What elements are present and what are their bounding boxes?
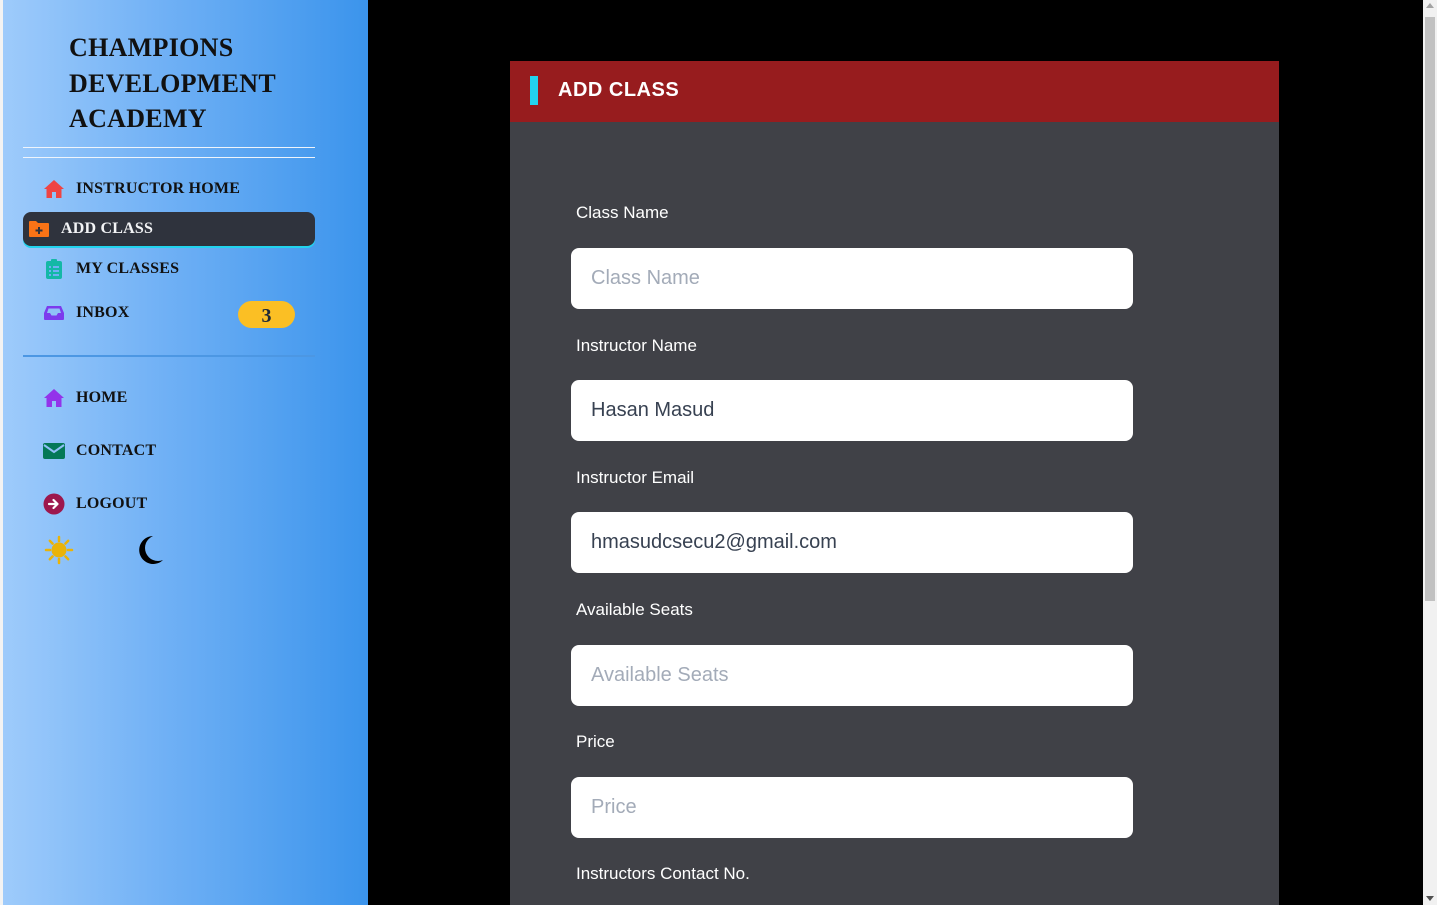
instructor-name-label: Instructor Name <box>576 336 697 355</box>
nav-label: HOME <box>76 389 128 406</box>
nav-home[interactable]: HOME <box>23 380 315 416</box>
available-seats-input[interactable] <box>571 645 1133 706</box>
nav-label: INBOX <box>76 304 130 321</box>
home-icon <box>43 178 65 200</box>
sun-icon <box>44 535 74 570</box>
light-theme-toggle[interactable] <box>43 535 75 570</box>
form-header: ADD CLASS <box>510 61 1279 122</box>
divider <box>23 147 315 148</box>
envelope-icon <box>43 440 65 462</box>
add-class-form: ADD CLASS Class Name Instructor Name Ins… <box>510 61 1279 905</box>
nav-label: LOGOUT <box>76 495 148 512</box>
form-title: ADD CLASS <box>558 79 680 101</box>
moon-icon <box>135 534 165 571</box>
folder-plus-icon <box>28 218 50 240</box>
nav-label: CONTACT <box>76 442 157 459</box>
divider <box>23 157 315 158</box>
contact-no-label: Instructors Contact No. <box>576 864 750 883</box>
arrow-right-circle-icon <box>43 493 65 515</box>
divider <box>23 355 315 357</box>
nav-instructor-home[interactable]: INSTRUCTOR HOME <box>23 171 315 207</box>
price-input[interactable] <box>571 777 1133 838</box>
brand-title: CHAMPIONS DEVELOPMENT ACADEMY <box>69 30 276 137</box>
price-label: Price <box>576 732 615 751</box>
nav-my-classes[interactable]: MY CLASSES <box>23 251 315 287</box>
instructor-email-label: Instructor Email <box>576 468 695 487</box>
home-icon <box>43 387 65 409</box>
dark-theme-toggle[interactable] <box>134 534 166 571</box>
scroll-down-arrow-icon[interactable] <box>1426 896 1434 901</box>
available-seats-label: Available Seats <box>576 600 693 619</box>
instructor-name-input[interactable] <box>571 380 1133 441</box>
class-name-input[interactable] <box>571 248 1133 309</box>
instructor-email-input[interactable] <box>571 512 1133 573</box>
sidebar: CHAMPIONS DEVELOPMENT ACADEMY INSTRUCTOR… <box>3 0 368 905</box>
nav-label: MY CLASSES <box>76 260 180 277</box>
nav-logout[interactable]: LOGOUT <box>23 486 315 522</box>
clipboard-list-icon <box>43 258 65 280</box>
scrollbar-thumb[interactable] <box>1425 17 1435 601</box>
nav-label: INSTRUCTOR HOME <box>76 180 241 197</box>
brand-line-1: CHAMPIONS <box>69 33 234 62</box>
brand-line-2: DEVELOPMENT <box>69 68 276 98</box>
brand-line-3: ACADEMY <box>69 104 207 133</box>
inbox-icon <box>43 302 65 324</box>
scroll-up-arrow-icon[interactable] <box>1426 3 1434 8</box>
inbox-count-badge: 3 <box>238 301 295 328</box>
nav-contact[interactable]: CONTACT <box>23 433 315 469</box>
nav-add-class[interactable]: ADD CLASS <box>23 212 315 246</box>
nav-label: ADD CLASS <box>61 220 154 237</box>
header-accent-bar <box>530 76 538 105</box>
class-name-label: Class Name <box>576 203 669 222</box>
